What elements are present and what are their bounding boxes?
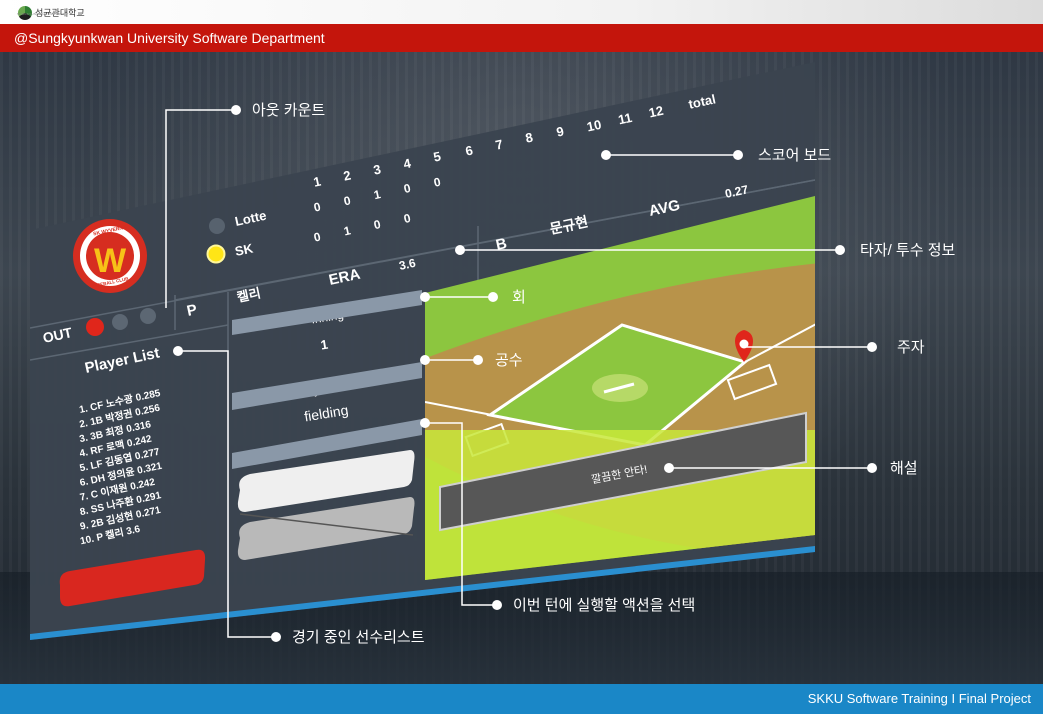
out-light-1 — [86, 318, 104, 336]
annotation-inning: 회 — [512, 289, 526, 306]
annotation-runner: 주자 — [897, 339, 925, 356]
sk-indicator — [206, 244, 226, 264]
inning-header-10: 10 — [585, 117, 602, 135]
annotation-out-count: 아웃 카운트 — [252, 102, 326, 119]
team-logo-letter: W — [94, 242, 127, 280]
out-light-2 — [112, 314, 128, 330]
inning-header-12: 12 — [647, 103, 664, 121]
lotte-indicator — [209, 218, 225, 234]
annotation-commentary: 해설 — [890, 460, 918, 477]
annotation-offense-defense: 공수 — [495, 352, 523, 369]
team-logo: W SK WYVERNS BASEBALL CLUB — [73, 219, 147, 293]
slide: 성균관대학교 SUNGKYUNKWAN UNIVERSITY @Sungkyun… — [0, 0, 1043, 714]
annotation-action: 이번 턴에 실행할 액션을 선택 — [513, 597, 696, 614]
out-light-3 — [140, 308, 156, 324]
annotation-player-list: 경기 중인 선수리스트 — [292, 629, 425, 646]
annotation-scoreboard: 스코어 보드 — [758, 147, 832, 164]
annotation-batter-pitcher: 타자/ 투수 정보 — [860, 242, 956, 259]
